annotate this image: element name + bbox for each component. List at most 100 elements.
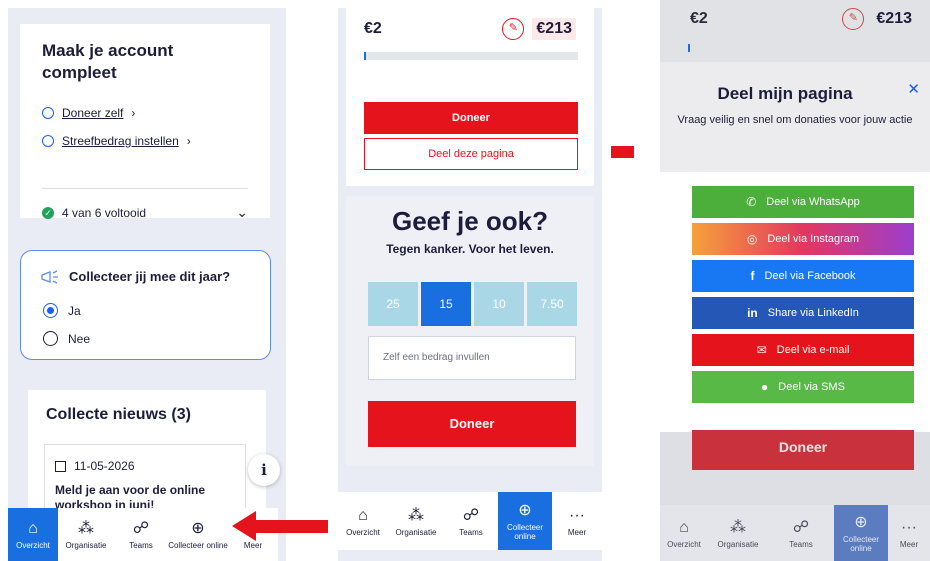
amount-chip[interactable]: 10 (474, 282, 524, 326)
nav-label: Meer (567, 527, 587, 537)
progress-bar (364, 52, 578, 60)
globe-icon: ⊕ (518, 502, 532, 519)
edit-pencil-icon[interactable]: ✎ (502, 18, 525, 40)
donate-button-dimmed: Doneer (692, 430, 914, 470)
share-instagram-button[interactable]: ◎ Deel via Instagram (692, 223, 914, 255)
give-subtitle: Tegen kanker. Voor het leven. (386, 242, 554, 256)
nav-label: Teams (789, 539, 813, 549)
more-icon: ··· (901, 518, 917, 536)
info-button[interactable]: i (248, 454, 280, 486)
nav-label: Overzicht (346, 527, 380, 537)
nav-teams[interactable]: ☍ Teams (114, 508, 168, 561)
nav-label: Collecteer online (506, 523, 543, 541)
organization-icon: ⁂ (730, 518, 746, 536)
task-label[interactable]: Doneer zelf (62, 106, 123, 120)
nav-label: Collecteer online (168, 541, 228, 550)
share-label: Deel via SMS (778, 381, 845, 393)
nav-label: Collecteer online (842, 535, 879, 553)
share-label: Deel via Facebook (764, 270, 856, 282)
amount-chip[interactable]: 7.50 (527, 282, 577, 326)
nav-label: Meer (899, 539, 919, 549)
progress-row[interactable]: ✓ 4 van 6 voltooid ⌄ (42, 204, 248, 221)
share-page-button[interactable]: Deel deze pagina (364, 138, 578, 170)
share-label: Deel via Instagram (767, 233, 860, 245)
donate-button[interactable]: Doneer (364, 102, 578, 134)
share-whatsapp-button[interactable]: ✆ Deel via WhatsApp (692, 186, 914, 218)
sheet-description: Vraag veilig en snel om donaties voor jo… (677, 114, 913, 126)
share-facebook-button[interactable]: f Deel via Facebook (692, 260, 914, 292)
task-donate-self[interactable]: Doneer zelf › (42, 106, 135, 120)
amount-raised: €2 (690, 10, 708, 27)
donate-main-button[interactable]: Doneer (368, 401, 576, 447)
red-arrow-mark (611, 146, 634, 158)
radio-option-nee[interactable]: Nee (43, 331, 90, 346)
nav-meer[interactable]: ··· Meer (552, 492, 602, 550)
home-icon: ⌂ (28, 520, 38, 537)
task-set-goal[interactable]: Streefbedrag instellen › (42, 134, 191, 148)
close-icon[interactable]: ✕ (907, 80, 920, 98)
whatsapp-icon: ✆ (746, 195, 757, 209)
teams-icon: ☍ (132, 520, 150, 537)
chevron-right-icon: › (186, 134, 191, 148)
nav-label: Organisatie (395, 527, 437, 537)
chevron-down-icon[interactable]: ⌄ (236, 204, 248, 221)
facebook-icon: f (750, 269, 755, 283)
radio-label: Ja (68, 303, 81, 318)
radio-option-ja[interactable]: Ja (43, 303, 81, 318)
radio-selected-icon[interactable] (43, 303, 58, 318)
nav-collecteer-online[interactable]: ⊕ Collecteer online (168, 508, 228, 561)
nav-collecteer-online: ⊕ Collecteer online (834, 505, 888, 561)
nav-overzicht[interactable]: ⌂ Overzicht (8, 508, 58, 561)
nav-organisatie[interactable]: ⁂ Organisatie (58, 508, 114, 561)
sheet-title: Deel mijn pagina (717, 84, 853, 103)
news-date-row: 11-05-2026 (55, 459, 135, 473)
home-icon: ⌂ (358, 506, 368, 524)
nav-overzicht[interactable]: ⌂ Overzicht (338, 492, 388, 550)
nav-collecteer-online[interactable]: ⊕ Collecteer online (498, 492, 552, 550)
nav-organisatie[interactable]: ⁂ Organisatie (388, 492, 444, 550)
share-label: Deel via e-mail (776, 344, 850, 356)
nav-label: Teams (459, 527, 483, 537)
nav-label: Meer (243, 541, 263, 550)
organization-icon: ⁂ (78, 520, 94, 537)
teams-icon: ☍ (792, 518, 810, 536)
fundraising-page-panel: €2 ✎ €213 Doneer Deel deze pagina Geef j… (338, 8, 602, 561)
radio-label: Nee (68, 331, 91, 346)
share-label: Deel via WhatsApp (766, 196, 860, 208)
nav-overzicht: ⌂ Overzicht (660, 505, 708, 561)
share-email-button[interactable]: ✉ Deel via e-mail (692, 334, 914, 366)
screenshot-stage: Maak je account compleet Doneer zelf › S… (0, 0, 930, 561)
share-options-list: ✆ Deel via WhatsApp ◎ Deel via Instagram… (660, 172, 930, 432)
share-linkedin-button[interactable]: in Share via LinkedIn (692, 297, 914, 329)
nav-label: Overzicht (667, 539, 701, 549)
radio-unselected-icon[interactable] (43, 331, 58, 346)
sms-icon: ● (761, 380, 769, 394)
task-label[interactable]: Streefbedrag instellen (62, 134, 179, 148)
nav-teams: ☍ Teams (768, 505, 834, 561)
goal-amount: €213 (876, 10, 912, 27)
instagram-icon: ◎ (746, 232, 758, 246)
give-title: Geef je ook? (391, 206, 549, 236)
collect-question-card: Collecteer jij mee dit jaar? Ja Nee (20, 250, 271, 360)
custom-amount-input[interactable]: Zelf een bedrag invullen (368, 336, 576, 380)
more-icon: ··· (569, 506, 585, 524)
question-text: Collecteer jij mee dit jaar? (69, 269, 231, 284)
question-row: Collecteer jij mee dit jaar? (41, 269, 230, 284)
dimmed-summary: €2 ✎ €213 (660, 0, 930, 62)
nav-teams[interactable]: ☍ Teams (444, 492, 498, 550)
amount-chip-selected[interactable]: 15 (421, 282, 471, 326)
share-sms-button[interactable]: ● Deel via SMS (692, 371, 914, 403)
mail-icon: ✉ (756, 343, 767, 357)
goal-amount: €213 (532, 18, 576, 40)
task-circle-icon (42, 135, 54, 147)
share-label: Share via LinkedIn (767, 307, 859, 319)
progress-tick (688, 44, 690, 52)
account-card: Maak je account compleet Doneer zelf › S… (20, 24, 270, 221)
info-icon: i (261, 461, 267, 479)
globe-icon: ⊕ (191, 520, 205, 537)
amount-options: 25 15 10 7.50 (368, 282, 577, 326)
edit-pencil-icon: ✎ (842, 8, 865, 30)
amount-chip[interactable]: 25 (368, 282, 418, 326)
news-date: 11-05-2026 (74, 459, 135, 473)
progress-text: 4 van 6 voltooid (62, 205, 147, 220)
